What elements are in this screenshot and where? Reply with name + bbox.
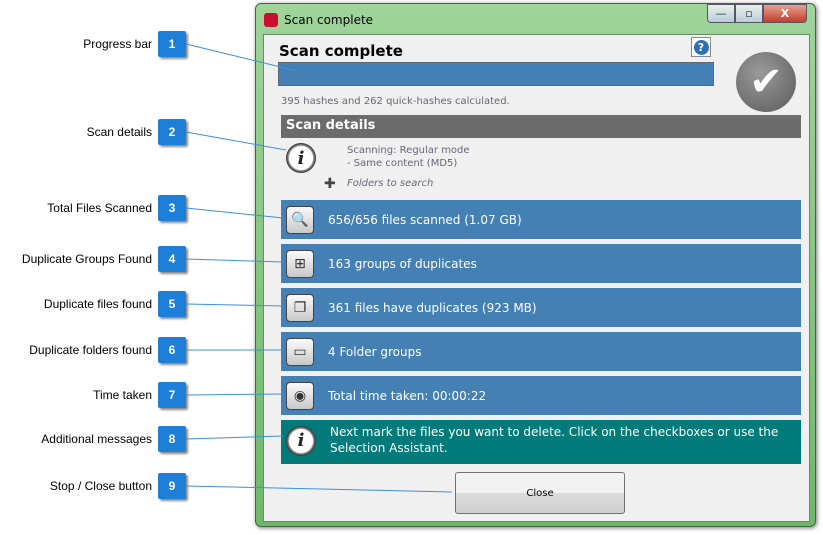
result-row: ◉ Total time taken: 00:00:22 (281, 376, 801, 415)
additional-message: i Next mark the files you want to delete… (281, 420, 801, 464)
callout-badge: 7 (158, 382, 186, 408)
result-text: 163 groups of duplicates (328, 256, 477, 271)
result-row: ▭ 4 Folder groups (281, 332, 801, 371)
files-icon: ❐ (286, 293, 314, 322)
callout-label: Time taken (93, 388, 152, 402)
result-row: ⊞ 163 groups of duplicates (281, 244, 801, 283)
hierarchy-icon: ⊞ (286, 249, 314, 278)
page-title: Scan complete (279, 42, 403, 60)
close-window-button[interactable]: X (763, 4, 807, 23)
hashes-status: 395 hashes and 262 quick-hashes calculat… (281, 96, 510, 107)
info-icon: i (286, 143, 316, 173)
callout-badge: 9 (158, 473, 186, 499)
stopwatch-icon: ◉ (286, 381, 314, 410)
title-bar: Scan complete (264, 8, 373, 32)
callout-label: Stop / Close button (49, 479, 152, 493)
folders-to-search-link[interactable]: Folders to search (347, 178, 433, 189)
expand-plus-icon[interactable]: ✚ (324, 176, 336, 192)
help-button[interactable]: ? (691, 37, 711, 57)
app-icon (264, 13, 278, 27)
result-text: 656/656 files scanned (1.07 GB) (328, 212, 522, 227)
scan-complete-window: Scan complete — ▫ X Scan complete ? ✔ 39… (255, 3, 816, 527)
callout-label: Duplicate Groups Found (21, 252, 152, 266)
result-row: ❐ 361 files have duplicates (923 MB) (281, 288, 801, 327)
callout-badge: 2 (158, 119, 186, 145)
progress-bar (278, 62, 714, 86)
checkmark-icon: ✔ (736, 52, 796, 112)
window-title: Scan complete (284, 13, 374, 27)
magnifier-icon: 🔍 (286, 205, 314, 234)
help-icon: ? (693, 39, 709, 55)
callout-badge: 4 (158, 246, 186, 272)
callout-label: Scan details (86, 125, 152, 139)
result-text: Total time taken: 00:00:22 (328, 388, 487, 403)
callout-label: Duplicate folders found (29, 343, 152, 357)
close-button[interactable]: Close (455, 472, 625, 514)
folder-icon: ▭ (286, 337, 314, 366)
scan-mode: Scanning: Regular mode (347, 145, 470, 156)
minimize-button[interactable]: — (707, 4, 735, 23)
callout-badge: 5 (158, 291, 186, 317)
result-text: 4 Folder groups (328, 344, 422, 359)
info-icon: i (286, 426, 316, 456)
callout-label: Progress bar (83, 37, 152, 51)
callout-label: Total Files Scanned (47, 201, 152, 215)
scan-details-header: Scan details (281, 115, 801, 138)
result-text: 361 files have duplicates (923 MB) (328, 300, 537, 315)
callout-badge: 3 (158, 195, 186, 221)
callout-badge: 6 (158, 337, 186, 363)
message-text: Next mark the files you want to delete. … (330, 425, 779, 455)
result-row: 🔍 656/656 files scanned (1.07 GB) (281, 200, 801, 239)
maximize-button[interactable]: ▫ (735, 4, 763, 23)
scan-method: - Same content (MD5) (347, 158, 458, 169)
callout-label: Additional messages (41, 432, 152, 446)
callout-badge: 1 (158, 31, 186, 57)
dialog-body: Scan complete ? ✔ 395 hashes and 262 qui… (263, 34, 810, 522)
callout-badge: 8 (158, 426, 186, 452)
callout-label: Duplicate files found (43, 297, 152, 311)
